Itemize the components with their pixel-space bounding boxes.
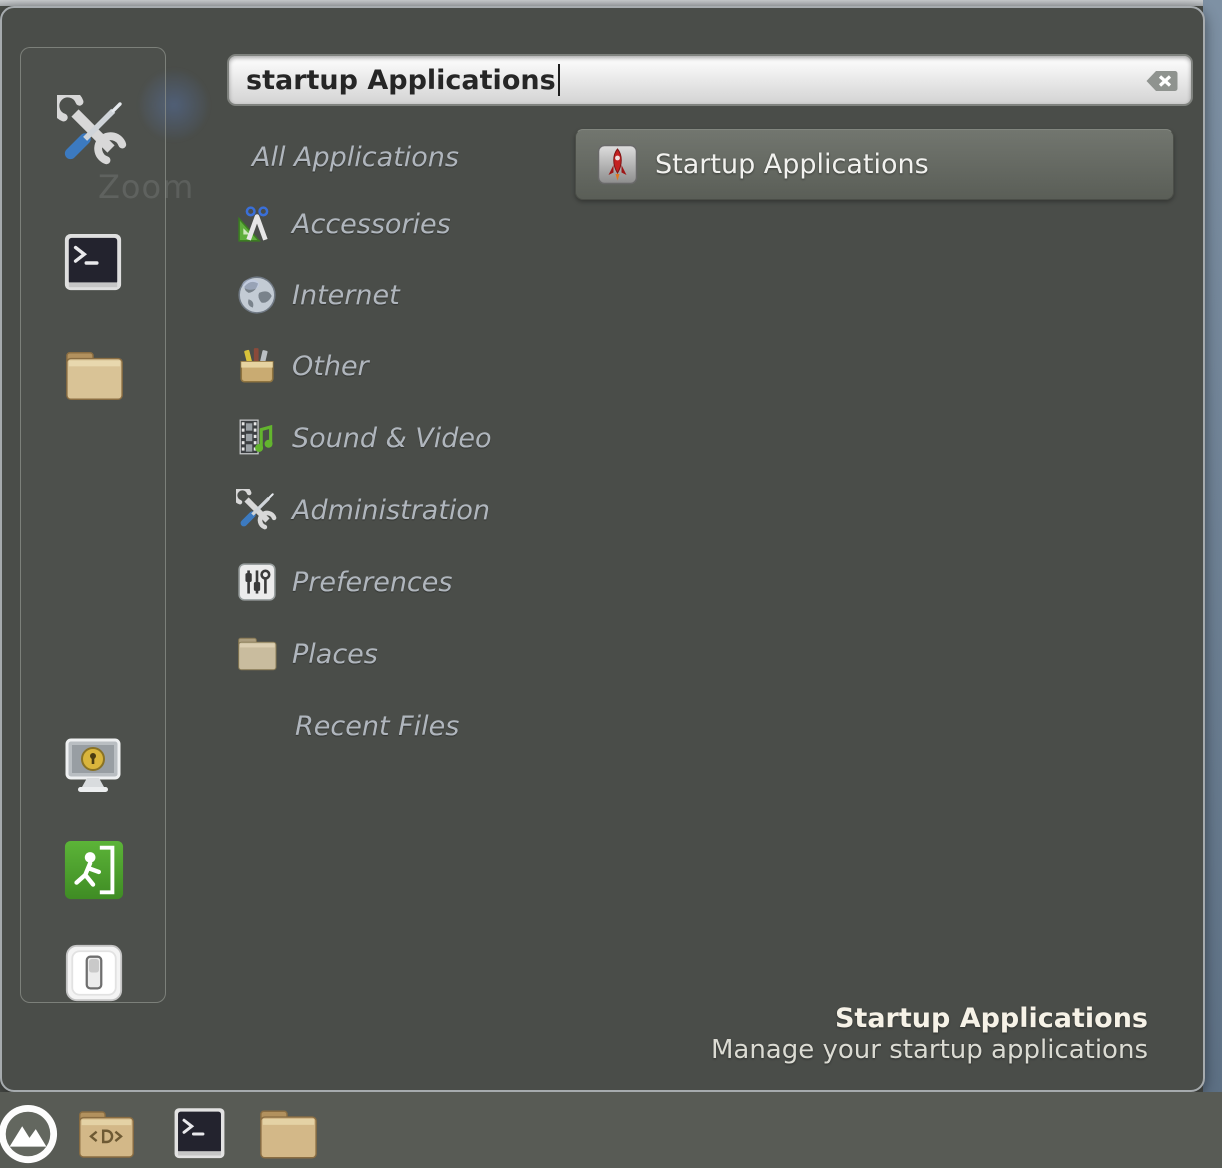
mint-logo-icon[interactable]: [0, 1103, 59, 1168]
clear-search-icon[interactable]: [1145, 69, 1179, 93]
screen: Zoom: [0, 0, 1222, 1168]
folder-icon[interactable]: [257, 1106, 319, 1167]
status-subtitle: Manage your startup applications: [711, 1035, 1148, 1066]
category-recent-files[interactable]: Recent Files: [2, 690, 459, 762]
category-other[interactable]: Other: [2, 330, 369, 402]
sound-video-icon: [235, 416, 279, 460]
category-preferences[interactable]: Preferences: [2, 546, 452, 618]
search-input[interactable]: startup Applications: [227, 54, 1193, 106]
status-block: Startup Applications Manage your startup…: [711, 1003, 1148, 1066]
toolbox-icon: [235, 344, 279, 388]
desktop-folder-icon[interactable]: [76, 1106, 136, 1167]
search-input-value: startup Applications: [246, 65, 556, 96]
logout-icon[interactable]: [63, 839, 125, 905]
status-title: Startup Applications: [711, 1003, 1148, 1035]
text-caret: [558, 64, 560, 96]
category-accessories[interactable]: Accessories: [2, 188, 451, 260]
taskbar: [0, 1092, 1222, 1168]
preferences-icon: [235, 560, 279, 604]
administration-icon: [235, 488, 279, 532]
accessories-icon: [235, 202, 279, 246]
category-all-applications[interactable]: All Applications: [2, 121, 459, 193]
category-internet[interactable]: Internet: [2, 259, 400, 331]
category-sound-video[interactable]: Sound & Video: [2, 402, 491, 474]
places-folder-icon: [235, 632, 279, 676]
desktop-background-right: [1203, 0, 1222, 1096]
internet-globe-icon: [235, 273, 279, 317]
category-places[interactable]: Places: [2, 618, 378, 690]
category-administration[interactable]: Administration: [2, 474, 490, 546]
result-label: Startup Applications: [655, 149, 929, 180]
menu-panel: Zoom: [0, 6, 1205, 1092]
result-startup-applications[interactable]: Startup Applications: [575, 129, 1174, 200]
shutdown-icon[interactable]: [65, 944, 123, 1006]
startup-rocket-icon: [597, 144, 638, 185]
terminal-icon[interactable]: [172, 1106, 227, 1166]
